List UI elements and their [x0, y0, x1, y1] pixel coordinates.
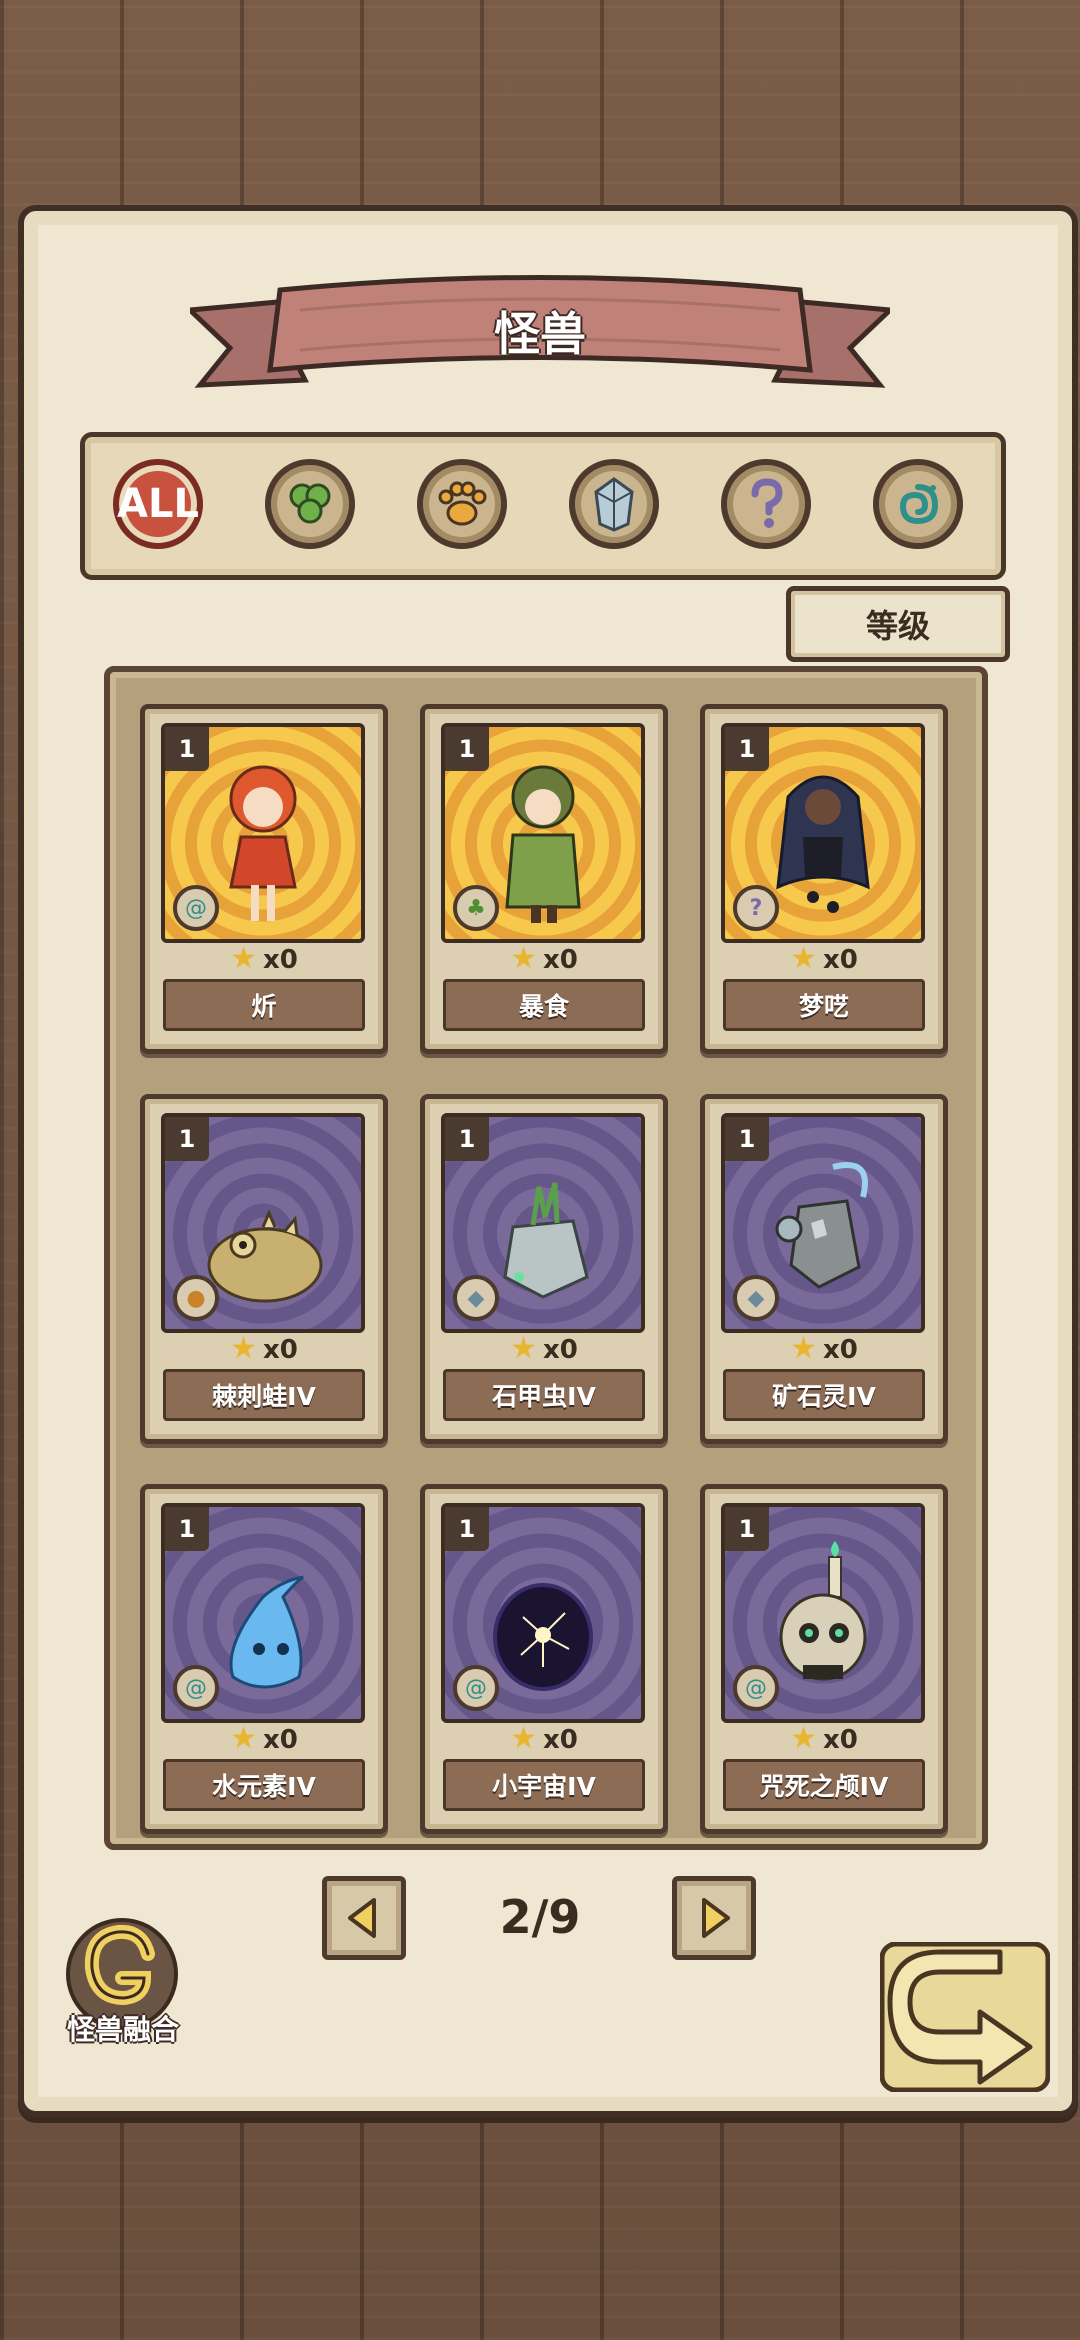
spiral-icon: @ — [173, 1665, 219, 1711]
monster-card[interactable]: 1 @ ★ x0 咒死之颅IV — [700, 1484, 948, 1834]
fusion-label: 怪兽融合 — [66, 2013, 179, 2046]
crystal-icon: ◆ — [453, 1275, 499, 1321]
page-title: 怪兽 — [494, 307, 586, 361]
dream-figure — [776, 775, 870, 913]
monster-name: 水元素IV — [163, 1759, 365, 1811]
filter-question-button[interactable] — [721, 459, 811, 549]
monster-fusion-button[interactable]: 怪兽融合 — [52, 1916, 192, 2056]
sort-level-button[interactable]: 等级 — [786, 586, 1010, 662]
star-count: ★ x0 — [230, 1331, 298, 1366]
monster-card[interactable]: 1 @ ★ x0 炘 — [140, 704, 388, 1054]
leaf-icon — [289, 483, 331, 524]
monster-name: 棘刺蛙IV — [163, 1369, 365, 1421]
monster-card[interactable]: 1 ◆ ★ x0 矿石灵IV — [700, 1094, 948, 1444]
monster-name: 梦呓 — [723, 979, 925, 1031]
monster-name: 炘 — [163, 979, 365, 1031]
monster-name: 小宇宙IV — [443, 1759, 645, 1811]
return-arrow-icon — [879, 1941, 1051, 2093]
monster-art: 1 ◆ — [441, 1113, 645, 1333]
monster-art: 1 @ — [441, 1503, 645, 1723]
star-icon: ★ — [510, 941, 538, 976]
star-count: ★ x0 — [790, 1331, 858, 1366]
monster-art: 1 @ — [161, 1503, 365, 1723]
spiral-icon: @ — [733, 1665, 779, 1711]
star-count: ★ x0 — [230, 941, 298, 976]
star-count: ★ x0 — [790, 1721, 858, 1756]
crystal-icon — [594, 477, 634, 532]
title-banner: 怪兽 — [184, 270, 896, 410]
monster-card[interactable]: 1 ♣ ★ x0 暴食 — [420, 704, 668, 1054]
star-icon: ★ — [230, 1331, 258, 1366]
monster-art: 1 ? — [721, 723, 925, 943]
monster-art: 1 ● — [161, 1113, 365, 1333]
filter-spiral-button[interactable] — [873, 459, 963, 549]
thorn-frog-figure — [207, 1209, 323, 1303]
triangle-left-icon — [348, 1898, 376, 1938]
monster-art: 1 ◆ — [721, 1113, 925, 1333]
star-count: ★ x0 — [230, 1721, 298, 1756]
prev-page-button[interactable] — [322, 1876, 406, 1960]
small-cosmos-figure — [493, 1583, 593, 1691]
star-count: ★ x0 — [790, 941, 858, 976]
spiral-icon: @ — [453, 1665, 499, 1711]
monster-name: 咒死之颅IV — [723, 1759, 925, 1811]
monster-art: 1 @ — [161, 723, 365, 943]
glutton-figure — [505, 765, 581, 923]
monster-art: 1 @ — [721, 1503, 925, 1723]
monster-name: 石甲虫IV — [443, 1369, 645, 1421]
monster-card[interactable]: 1 @ ★ x0 小宇宙IV — [420, 1484, 668, 1834]
star-icon: ★ — [790, 1721, 818, 1756]
monster-card[interactable]: 1 ● ★ x0 棘刺蛙IV — [140, 1094, 388, 1444]
monster-name: 暴食 — [443, 979, 645, 1031]
monster-grid: 1 @ ★ x0 炘 1 ♣ ★ x0 暴食 1 ? ★ x0 梦呓 1 ● ★… — [104, 666, 988, 1850]
filter-leaf-button[interactable] — [265, 459, 355, 549]
monster-card[interactable]: 1 ? ★ x0 梦呓 — [700, 704, 948, 1054]
triangle-right-icon — [702, 1898, 730, 1938]
cursed-skull-figure — [779, 1541, 867, 1681]
question-icon — [751, 478, 783, 528]
leaf-icon: ♣ — [453, 885, 499, 931]
question-icon: ? — [733, 885, 779, 931]
star-count: ★ x0 — [510, 1331, 578, 1366]
filter-paw-button[interactable] — [417, 459, 507, 549]
monster-name: 矿石灵IV — [723, 1369, 925, 1421]
back-button[interactable] — [879, 1941, 1051, 2093]
spiral-icon: @ — [173, 885, 219, 931]
crystal-icon: ◆ — [733, 1275, 779, 1321]
next-page-button[interactable] — [672, 1876, 756, 1960]
star-icon: ★ — [790, 1331, 818, 1366]
monster-art: 1 ♣ — [441, 723, 645, 943]
star-count: ★ x0 — [510, 1721, 578, 1756]
fire-girl-figure — [229, 765, 297, 921]
ore-spirit-figure — [775, 1162, 868, 1289]
star-icon: ★ — [510, 1721, 538, 1756]
monster-card[interactable]: 1 @ ★ x0 水元素IV — [140, 1484, 388, 1834]
filter-crystal-button[interactable] — [569, 459, 659, 549]
star-icon: ★ — [790, 941, 818, 976]
water-elemental-figure — [229, 1575, 304, 1689]
star-icon: ★ — [230, 941, 258, 976]
filter-all-label: ALL — [117, 481, 199, 527]
paw-icon — [438, 481, 487, 526]
stone-beetle-figure — [503, 1182, 589, 1299]
paw-icon: ● — [173, 1275, 219, 1321]
filter-bar: ALL — [80, 432, 1006, 580]
star-count: ★ x0 — [510, 941, 578, 976]
page-indicator: 2/9 — [499, 1890, 581, 1944]
star-icon: ★ — [510, 1331, 538, 1366]
star-icon: ★ — [230, 1721, 258, 1756]
monster-card[interactable]: 1 ◆ ★ x0 石甲虫IV — [420, 1094, 668, 1444]
spiral-icon — [899, 484, 939, 525]
filter-all-button[interactable]: ALL — [113, 459, 203, 549]
